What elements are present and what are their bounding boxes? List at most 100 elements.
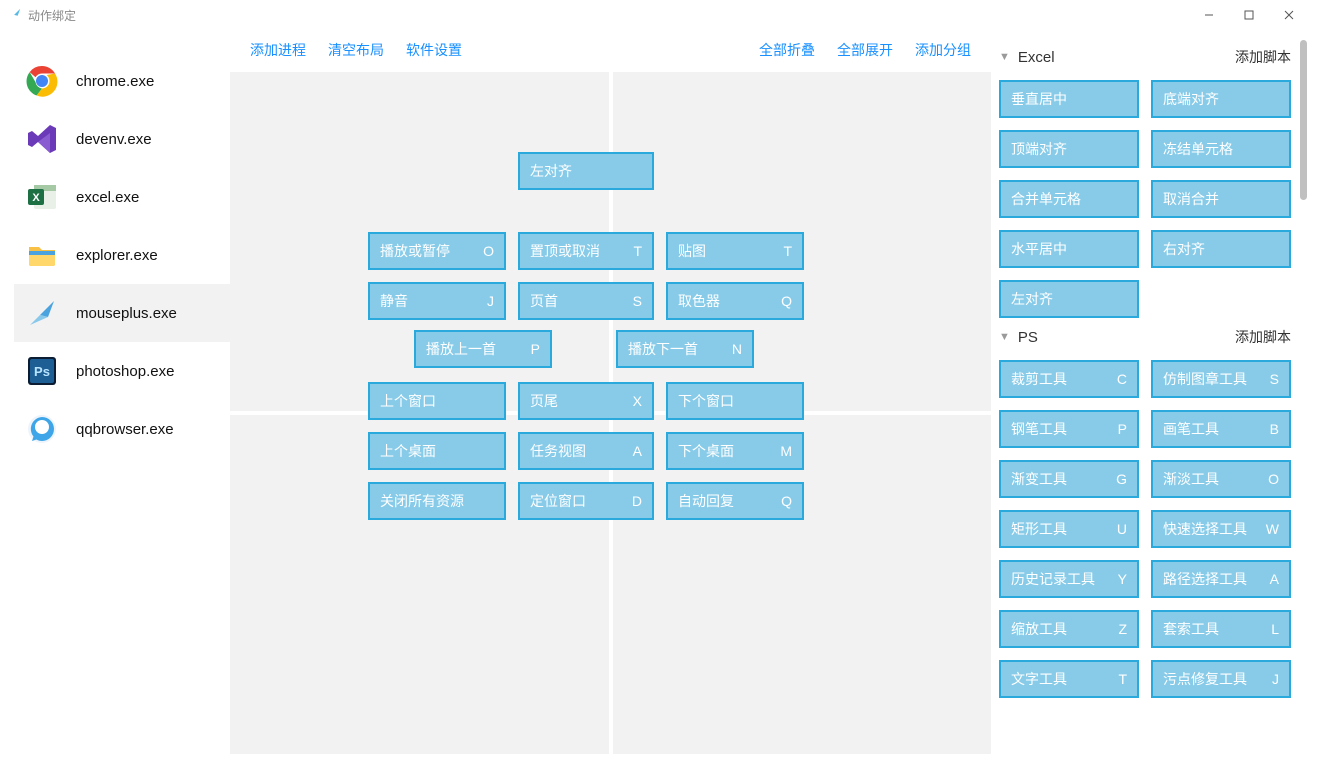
script-chip[interactable]: 底端对齐 [1151,80,1291,118]
clear-layout-link[interactable]: 清空布局 [328,40,384,60]
tile-label: 下个窗口 [678,391,786,411]
tile[interactable]: 贴图T [666,232,804,270]
tile-hotkey: T [633,243,642,259]
tile-hotkey: M [780,443,792,459]
process-item-chrome[interactable]: chrome.exe [14,52,230,110]
tile[interactable]: 置顶或取消T [518,232,654,270]
process-item-qqbrowser[interactable]: qqbrowser.exe [14,400,230,458]
tile-hotkey: O [483,243,494,259]
script-chip[interactable]: 顶端对齐 [999,130,1139,168]
group-header-excel[interactable]: ▼Excel添加脚本 [999,42,1291,72]
chip-hotkey: P [1118,421,1127,437]
process-item-devenv[interactable]: devenv.exe [14,110,230,168]
script-chip[interactable]: 右对齐 [1151,230,1291,268]
tile[interactable]: 关闭所有资源 [368,482,506,520]
add-process-link[interactable]: 添加进程 [250,40,306,60]
chip-label: 缩放工具 [1011,619,1114,639]
script-chip[interactable]: 污点修复工具J [1151,660,1291,698]
tile[interactable]: 自动回复Q [666,482,804,520]
tile-hotkey: N [732,341,742,357]
chip-label: 裁剪工具 [1011,369,1113,389]
script-chip[interactable]: 快速选择工具W [1151,510,1291,548]
chrome-icon [26,65,58,97]
tile[interactable]: 任务视图A [518,432,654,470]
tile[interactable]: 上个桌面 [368,432,506,470]
chip-hotkey: L [1271,621,1279,637]
scrollbar-thumb[interactable] [1300,40,1307,200]
tile[interactable]: 播放上一首P [414,330,552,368]
minimize-button[interactable] [1189,3,1229,27]
layout-canvas[interactable]: 左对齐播放或暂停O 置顶或取消T 贴图T 静音J 页首S 取色器Q 播放上一首P 播放下一首N… [230,72,991,754]
tile[interactable]: 取色器Q [666,282,804,320]
process-item-mouseplus[interactable]: mouseplus.exe [14,284,230,342]
script-chip[interactable]: 冻结单元格 [1151,130,1291,168]
tile[interactable]: 下个桌面 M [666,432,804,470]
script-chip[interactable]: 取消合并 [1151,180,1291,218]
chip-label: 套索工具 [1163,619,1267,639]
tile[interactable]: 播放或暂停O [368,232,506,270]
script-chip[interactable]: 渐变工具G [999,460,1139,498]
settings-link[interactable]: 软件设置 [406,40,462,60]
script-chip[interactable]: 钢笔工具P [999,410,1139,448]
group-header-ps[interactable]: ▼PS添加脚本 [999,322,1291,352]
script-chip[interactable]: 套索工具L [1151,610,1291,648]
tile[interactable]: 下个窗口 [666,382,804,420]
tile-label: 下个桌面 [678,441,774,461]
add-script-link[interactable]: 添加脚本 [1235,327,1291,347]
add-group-link[interactable]: 添加分组 [915,40,971,60]
app-window: 动作绑定 chrome.exedevenv.exeXexcel.exeexplo… [0,0,1317,758]
content: chrome.exedevenv.exeXexcel.exe explorer.e… [0,30,1317,758]
ps-icon: Ps [26,355,58,387]
chip-hotkey: S [1270,371,1279,387]
chip-label: 顶端对齐 [1011,139,1123,159]
script-chip[interactable]: 路径选择工具A [1151,560,1291,598]
tile[interactable]: 定位窗口D [518,482,654,520]
process-item-explorer[interactable]: explorer.exe [14,226,230,284]
process-label: excel.exe [76,189,139,206]
script-chip[interactable]: 历史记录工具Y [999,560,1139,598]
app-icon [8,7,22,24]
tile[interactable]: 左对齐 [518,152,654,190]
tile-label: 页首 [530,291,627,311]
chip-label: 渐变工具 [1011,469,1112,489]
script-chip[interactable]: 矩形工具U [999,510,1139,548]
process-item-photoshop[interactable]: Ps photoshop.exe [14,342,230,400]
script-chip[interactable]: 渐淡工具O [1151,460,1291,498]
tile-label: 页尾 [530,391,627,411]
qq-icon [26,413,58,445]
chip-hotkey: W [1266,521,1279,537]
tile[interactable]: 页尾X [518,382,654,420]
tile[interactable]: 播放下一首N [616,330,754,368]
chip-label: 污点修复工具 [1163,669,1268,689]
process-label: mouseplus.exe [76,305,177,322]
script-chip[interactable]: 合并单元格 [999,180,1139,218]
close-button[interactable] [1269,3,1309,27]
process-label: photoshop.exe [76,363,174,380]
script-chip[interactable]: 画笔工具B [1151,410,1291,448]
add-script-link[interactable]: 添加脚本 [1235,47,1291,67]
maximize-button[interactable] [1229,3,1269,27]
script-chip[interactable]: 仿制图章工具S [1151,360,1291,398]
chip-hotkey: C [1117,371,1127,387]
tile[interactable]: 页首S [518,282,654,320]
process-label: explorer.exe [76,247,158,264]
script-chip[interactable]: 裁剪工具C [999,360,1139,398]
tile[interactable]: 上个窗口 [368,382,506,420]
tile[interactable]: 静音J [368,282,506,320]
process-item-excel[interactable]: Xexcel.exe [14,168,230,226]
tile-hotkey: Q [781,493,792,509]
script-chip[interactable]: 垂直居中 [999,80,1139,118]
chip-hotkey: B [1270,421,1279,437]
explorer-icon [26,239,58,271]
collapse-all-link[interactable]: 全部折叠 [759,40,815,60]
chip-hotkey: T [1118,671,1127,687]
script-chip[interactable]: 缩放工具Z [999,610,1139,648]
tile-label: 定位窗口 [530,491,626,511]
script-chip[interactable]: 文字工具T [999,660,1139,698]
script-grid: 垂直居中底端对齐顶端对齐 冻结单元格合并单元格取消合并水平居中 右对齐左对齐 [999,80,1291,318]
expand-all-link[interactable]: 全部展开 [837,40,893,60]
chip-label: 右对齐 [1163,239,1275,259]
script-chip[interactable]: 左对齐 [999,280,1139,318]
script-panel: ▼Excel添加脚本垂直居中底端对齐顶端对齐 冻结单元格合并单元格取消合并水平居中… [991,34,1313,754]
script-chip[interactable]: 水平居中 [999,230,1139,268]
